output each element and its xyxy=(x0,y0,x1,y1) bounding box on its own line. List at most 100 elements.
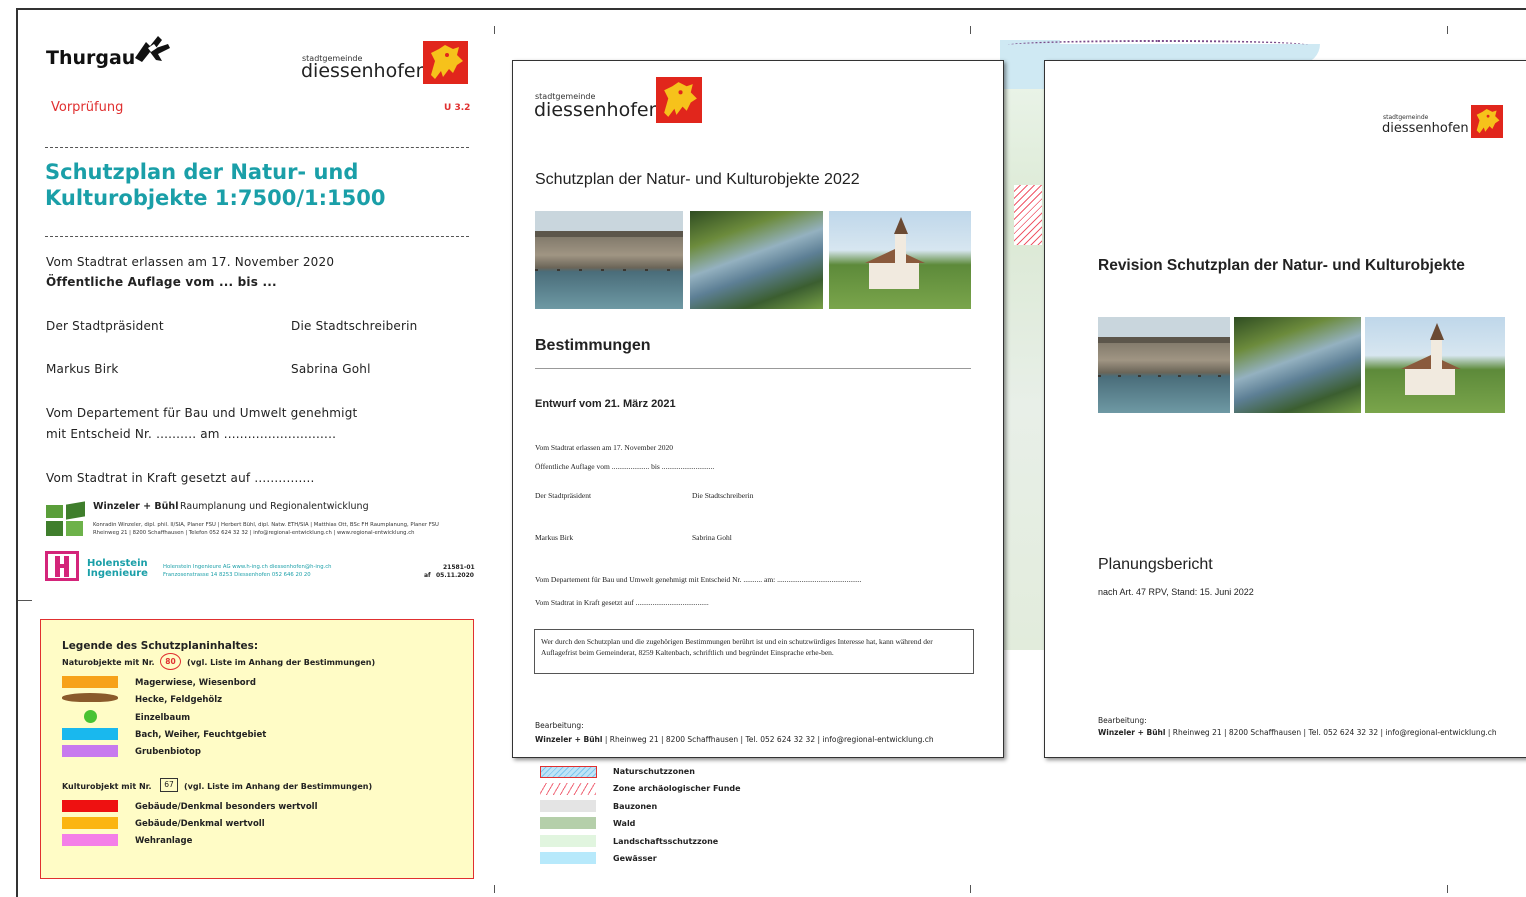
firm1-staff: Konradin Winzeler, dipl. phil. II/SIA, P… xyxy=(93,522,439,528)
legend-item: Gebäude/Denkmal wertvoll xyxy=(135,819,265,829)
legend-item: Bach, Weiher, Feuchtgebiet xyxy=(135,730,267,740)
municipality-small: stadtgemeinde xyxy=(1383,114,1429,121)
diessenhofen-lion-logo-icon xyxy=(423,41,468,84)
document-date-prefix: af xyxy=(424,572,431,579)
municipality-name: diessenhofen xyxy=(534,99,661,121)
legend-item: Gebäude/Denkmal besonders wertvoll xyxy=(135,802,318,812)
editor-label: Bearbeitung: xyxy=(1098,716,1147,725)
thurgau-brand: Thurgau xyxy=(46,47,136,69)
editor-line: Winzeler + Bühl | Rheinweg 21 | 8200 Sch… xyxy=(535,735,934,744)
frame-left-border xyxy=(16,8,18,897)
swatch-wehranlage xyxy=(62,834,118,846)
clerk-name: Sabrina Gohl xyxy=(291,362,371,376)
photo-chapel xyxy=(1365,317,1505,413)
crop-mark xyxy=(970,26,971,34)
objection-notice: Wer durch den Schutzplan und die zugehör… xyxy=(534,629,974,674)
approval-line2: mit Entscheid Nr. .......... am ........… xyxy=(46,427,337,441)
culture-heading: Kulturobjekt mit Nr. xyxy=(62,782,152,791)
clerk-label: Die Stadtschreiberin xyxy=(291,319,418,333)
crop-mark xyxy=(970,885,971,893)
zone-legend-item: Wald xyxy=(613,819,636,828)
draft-date: Entwurf vom 21. März 2021 xyxy=(535,398,676,410)
plan-title-line2: Kulturobjekte 1:7500/1:1500 xyxy=(45,186,386,210)
separator xyxy=(535,368,971,369)
president-name: Markus Birk xyxy=(535,533,574,542)
document-date: 05.11.2020 xyxy=(436,572,474,579)
zone-legend-item: Zone archäologischer Funde xyxy=(613,784,741,793)
zone-legend-item: Bauzonen xyxy=(613,802,658,811)
report-title: Revision Schutzplan der Natur- und Kultu… xyxy=(1098,257,1465,274)
public-display-text: Öffentliche Auflage vom ... bis ... xyxy=(46,275,277,289)
swatch-bauzonen xyxy=(540,800,596,812)
swatch-besonders-wertvoll xyxy=(62,800,118,812)
legend-item: Einzelbaum xyxy=(135,713,191,723)
president-label: Der Stadtpräsident xyxy=(46,319,164,333)
culture-number-symbol: 67 xyxy=(160,778,178,792)
culture-note: (vgl. Liste im Anhang der Bestimmungen) xyxy=(184,782,373,791)
swatch-gewaesser xyxy=(540,852,596,864)
clerk-label: Die Stadtschreiberin xyxy=(692,491,754,500)
firm2-contact: Holenstein Ingenieure AG www.h-ing.ch di… xyxy=(163,564,332,570)
crop-mark xyxy=(494,885,495,893)
diessenhofen-lion-logo-icon xyxy=(656,77,702,123)
document-title: Schutzplan der Natur- und Kulturobjekte … xyxy=(535,171,860,188)
nature-note: (vgl. Liste im Anhang der Bestimmungen) xyxy=(187,658,376,667)
clerk-name: Sabrina Gohl xyxy=(692,533,732,542)
legend-item: Wehranlage xyxy=(135,836,193,846)
municipality-name: diessenhofen xyxy=(301,60,428,82)
crop-mark xyxy=(1447,26,1448,34)
swatch-hecke xyxy=(62,693,118,702)
cover-sheet-middle: stadtgemeinde diessenhofen Schutzplan de… xyxy=(512,60,1004,758)
status-label: Vorprüfung xyxy=(51,100,124,115)
editor-details: | Rheinweg 21 | 8200 Schaffhausen | Tel.… xyxy=(602,735,934,744)
zone-legend-item: Gewässer xyxy=(613,854,657,863)
firm1-name: Winzeler + Bühl xyxy=(93,501,179,512)
zone-legend-item: Landschaftsschutzzone xyxy=(613,837,719,846)
municipality-name: diessenhofen xyxy=(1382,121,1469,136)
swatch-naturschutzzonen xyxy=(540,766,597,778)
separator xyxy=(45,147,469,148)
editor-details: | Rheinweg 21 | 8200 Schaffhausen | Tel.… xyxy=(1165,728,1497,737)
swatch-archaeology xyxy=(540,783,596,795)
winzeler-buehl-logo-icon xyxy=(46,501,86,537)
editor-line: Winzeler + Bühl | Rheinweg 21 | 8200 Sch… xyxy=(1098,728,1497,737)
firm2-name-line2: Ingenieure xyxy=(87,568,148,579)
swatch-landschaftsschutz xyxy=(540,835,596,847)
approval-line1: Vom Departement für Bau und Umwelt geneh… xyxy=(46,406,358,420)
nature-heading: Naturobjekte mit Nr. xyxy=(62,658,155,667)
crop-mark xyxy=(18,600,32,601)
firm1-description: Raumplanung und Regionalentwicklung xyxy=(180,501,369,512)
president-name: Markus Birk xyxy=(46,362,119,376)
swatch-grubenbiotop xyxy=(62,745,118,757)
swatch-wald xyxy=(540,817,596,829)
in-force-text: Vom Stadtrat in Kraft gesetzt auf ......… xyxy=(46,471,315,485)
public-display-text: Öffentliche Auflage vom ................… xyxy=(535,462,715,471)
enacted-text: Vom Stadtrat erlassen am 17. November 20… xyxy=(535,443,673,452)
in-force-text: Vom Stadtrat in Kraft gesetzt auf ......… xyxy=(535,598,709,607)
swatch-bach xyxy=(62,728,118,740)
photo-river xyxy=(690,211,823,309)
section-heading: Bestimmungen xyxy=(535,337,651,354)
crop-mark xyxy=(494,26,495,34)
report-type: Planungsbericht xyxy=(1098,556,1213,573)
president-label: Der Stadtpräsident xyxy=(535,491,592,500)
frame-top-border xyxy=(16,8,1526,10)
editor-label: Bearbeitung: xyxy=(535,721,584,730)
approval-text: Vom Departement für Bau und Umwelt geneh… xyxy=(535,575,862,584)
photo-chapel xyxy=(829,211,971,309)
legend-item: Hecke, Feldgehölz xyxy=(135,695,223,705)
crop-mark xyxy=(1447,885,1448,893)
thurgau-lion-icon xyxy=(132,34,172,64)
holenstein-logo-icon xyxy=(45,551,79,581)
swatch-einzelbaum xyxy=(84,710,97,723)
editor-firm: Winzeler + Bühl xyxy=(535,735,603,744)
enacted-text: Vom Stadtrat erlassen am 17. November 20… xyxy=(46,255,335,269)
swatch-wertvoll xyxy=(62,817,118,829)
legend-item: Magerwiese, Wiesenbord xyxy=(135,678,256,688)
plan-legend: Legende des Schutzplaninhaltes: Naturobj… xyxy=(40,619,474,879)
swatch-magerwiese xyxy=(62,676,118,688)
zone-legend-item: Naturschutzzonen xyxy=(613,767,695,776)
diessenhofen-lion-logo-icon xyxy=(1471,105,1503,138)
legend-title: Legende des Schutzplaninhaltes: xyxy=(62,640,259,652)
photo-covered-bridge xyxy=(1098,317,1230,413)
